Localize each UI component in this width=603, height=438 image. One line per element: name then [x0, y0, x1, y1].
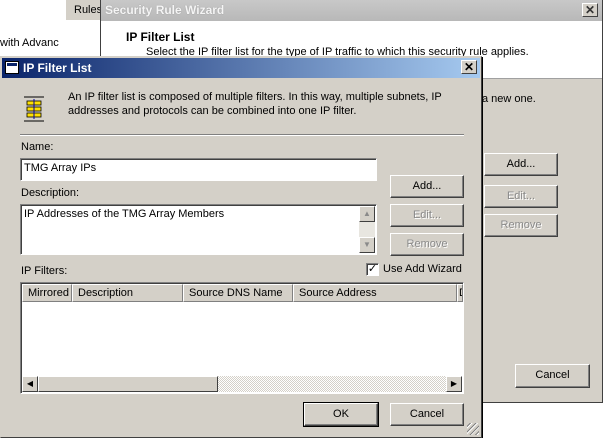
name-field[interactable]: TMG Array IPs: [20, 158, 377, 181]
ip-filter-list-icon: [24, 96, 44, 122]
description-label: Description:: [21, 187, 80, 199]
close-icon[interactable]: ✕: [461, 60, 477, 74]
edit-button[interactable]: Edit...: [390, 204, 464, 227]
wizard-edit-button[interactable]: Edit...: [484, 185, 558, 208]
wizard-cancel-button[interactable]: Cancel: [515, 364, 590, 388]
use-add-wizard-label: Use Add Wizard: [383, 263, 462, 275]
description-scrollbar[interactable]: ▲ ▼: [359, 206, 375, 253]
scroll-down-icon[interactable]: ▼: [359, 237, 375, 253]
use-add-wizard-checkbox[interactable]: ✓: [366, 263, 379, 276]
column-description[interactable]: Description: [72, 284, 183, 302]
wizard-remove-button[interactable]: Remove: [484, 214, 558, 237]
add-button[interactable]: Add...: [390, 175, 464, 198]
name-value: TMG Array IPs: [24, 162, 97, 174]
column-source-dns-name[interactable]: Source DNS Name: [183, 284, 293, 302]
wizard-add-button[interactable]: Add...: [484, 153, 558, 176]
cancel-button[interactable]: Cancel: [390, 403, 464, 426]
scroll-left-icon[interactable]: ◀: [22, 376, 38, 392]
separator: [20, 134, 464, 136]
wizard-close-icon[interactable]: ✕: [582, 3, 598, 17]
wizard-instruction-text: a new one.: [482, 93, 536, 105]
description-value: IP Addresses of the TMG Array Members: [24, 208, 225, 220]
resize-grip-icon[interactable]: [467, 423, 479, 435]
remove-button[interactable]: Remove: [390, 233, 464, 256]
wizard-title: Security Rule Wizard: [105, 3, 225, 17]
description-field[interactable]: IP Addresses of the TMG Array Members ▲ …: [20, 204, 377, 255]
ip-filters-label: IP Filters:: [21, 265, 68, 277]
dialog-title: IP Filter List: [23, 61, 92, 75]
scroll-right-icon[interactable]: ▶: [446, 376, 462, 392]
column-destination[interactable]: D: [457, 284, 463, 302]
wizard-title-bar: Security Rule Wizard ✕: [101, 0, 602, 21]
horizontal-scrollbar[interactable]: ◀ ▶: [22, 376, 462, 392]
window-icon: [5, 61, 19, 74]
dialog-title-bar[interactable]: IP Filter List ✕: [2, 58, 480, 78]
wizard-header-title: IP Filter List: [126, 30, 195, 44]
ip-filters-list[interactable]: Mirrored Description Source DNS Name Sou…: [20, 282, 464, 394]
name-label: Name:: [21, 141, 54, 153]
ok-button[interactable]: OK: [303, 402, 379, 427]
column-source-address[interactable]: Source Address: [293, 284, 457, 302]
scroll-thumb[interactable]: [38, 376, 218, 392]
scroll-up-icon[interactable]: ▲: [359, 206, 375, 222]
ip-filter-list-dialog: IP Filter List ✕ An IP filter list is co…: [0, 56, 482, 438]
tab-rules-label: Rules: [74, 4, 103, 16]
intro-text: An IP filter list is composed of multipl…: [68, 91, 442, 117]
background-text: with Advanc: [0, 37, 59, 49]
column-mirrored[interactable]: Mirrored: [22, 284, 72, 302]
